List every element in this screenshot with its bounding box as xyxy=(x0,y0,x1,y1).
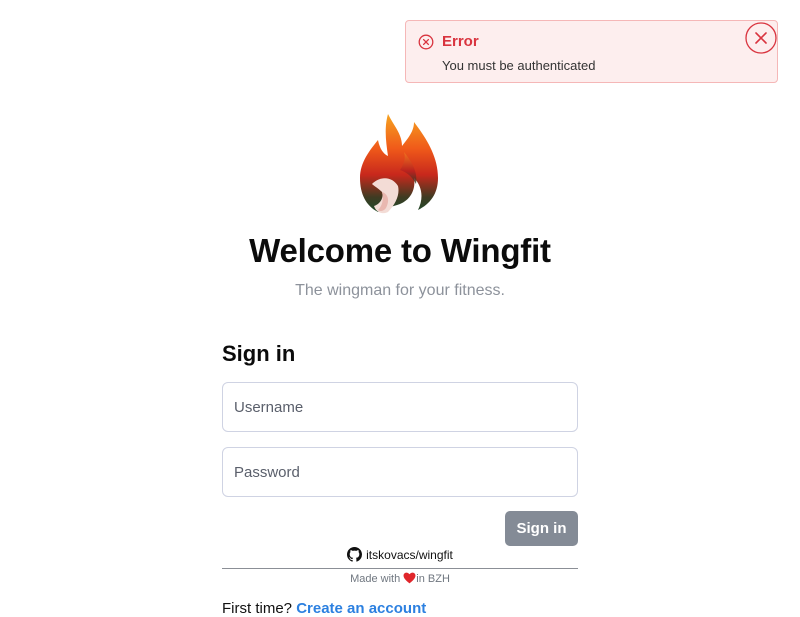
error-toast: Error You must be authenticated xyxy=(405,20,778,83)
heart-icon xyxy=(403,572,416,584)
sign-in-button[interactable]: Sign in xyxy=(505,511,578,546)
username-input[interactable] xyxy=(222,382,578,432)
close-icon[interactable] xyxy=(745,22,777,54)
github-repo-link[interactable]: itskovacs/wingfit xyxy=(0,547,800,562)
made-with-prefix: Made with xyxy=(350,573,401,585)
toast-title: Error xyxy=(442,33,479,50)
made-with-suffix: in BZH xyxy=(416,573,450,585)
first-time-text: First time? xyxy=(222,600,293,617)
wingfit-logo-icon xyxy=(360,114,438,214)
signup-prompt: First time? Create an account xyxy=(222,600,426,617)
footer-divider xyxy=(222,568,578,569)
page-subtitle: The wingman for your fitness. xyxy=(295,282,505,299)
toast-message: You must be authenticated xyxy=(442,58,596,73)
repo-name: itskovacs/wingfit xyxy=(366,548,453,562)
password-input[interactable] xyxy=(222,447,578,497)
github-icon xyxy=(347,547,363,562)
error-circle-icon xyxy=(418,34,434,50)
page-title: Welcome to Wingfit xyxy=(249,232,551,269)
signin-heading: Sign in xyxy=(222,341,296,366)
made-with-text: Made with in BZH xyxy=(0,572,800,585)
create-account-link[interactable]: Create an account xyxy=(296,600,426,617)
